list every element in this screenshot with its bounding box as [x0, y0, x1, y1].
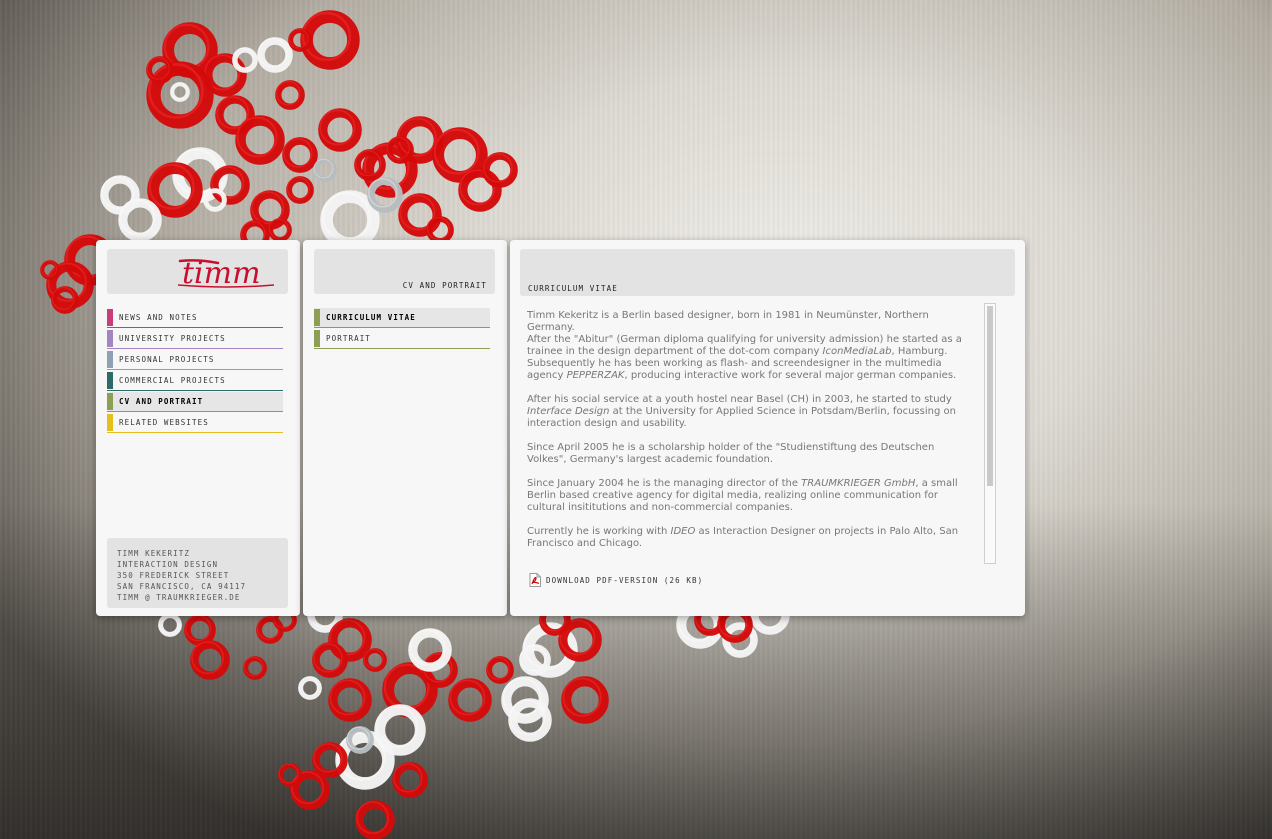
subnav-item-portrait[interactable]: portrait — [314, 329, 490, 349]
main-nav-panel: timm news and notes university projects pe… — [96, 240, 300, 616]
download-pdf-link[interactable]: download pdf-version (26 kb) — [529, 573, 703, 587]
nav-item-label: commercial projects — [119, 376, 226, 385]
nav-item-label: cv and portrait — [119, 397, 204, 406]
nav-color-bar — [107, 351, 113, 368]
address-city: san francisco, ca 94117 — [117, 582, 247, 591]
nav-item-label: personal projects — [119, 355, 215, 364]
cv-paragraph: Since April 2005 he is a scholarship hol… — [527, 442, 935, 465]
nav-item-label: news and notes — [119, 313, 198, 322]
content-scrollbar[interactable] — [984, 303, 996, 564]
nav-item-news-and-notes[interactable]: news and notes — [107, 308, 283, 328]
pdf-icon — [529, 573, 541, 587]
address-email[interactable]: timm @ traumkrieger.de — [117, 593, 241, 602]
timm-logo[interactable]: timm — [178, 253, 276, 291]
section-header: cv and portrait — [314, 249, 495, 294]
nav-color-bar — [107, 309, 113, 326]
nav-color-bar — [314, 309, 320, 326]
nav-item-label: related websites — [119, 418, 209, 427]
content-panel: curriculum vitae Timm Kekeritz is a Berl… — [510, 240, 1025, 616]
nav-item-university-projects[interactable]: university projects — [107, 329, 283, 349]
download-label: download pdf-version (26 kb) — [546, 575, 704, 585]
section-panel: cv and portrait curriculum vitae portrait — [303, 240, 507, 616]
scrollbar-thumb[interactable] — [987, 306, 993, 486]
address-field: interaction design — [117, 560, 219, 569]
section-title: cv and portrait — [402, 281, 487, 290]
logo-header: timm — [107, 249, 288, 294]
section-nav: curriculum vitae portrait — [314, 308, 490, 350]
address-block: timm kekeritz interaction design 350 fre… — [107, 538, 288, 608]
subnav-item-curriculum-vitae[interactable]: curriculum vitae — [314, 308, 490, 328]
nav-item-cv-and-portrait[interactable]: cv and portrait — [107, 392, 283, 412]
cv-text: Timm Kekeritz is a Berlin based designer… — [527, 310, 967, 562]
nav-color-bar — [314, 330, 320, 347]
cv-paragraph: After his social service at a youth host… — [527, 394, 956, 429]
nav-item-personal-projects[interactable]: personal projects — [107, 350, 283, 370]
nav-color-bar — [107, 414, 113, 431]
address-name: timm kekeritz — [117, 549, 190, 558]
nav-color-bar — [107, 330, 113, 347]
cv-paragraph: Since January 2004 he is the managing di… — [527, 478, 958, 513]
nav-color-bar — [107, 372, 113, 389]
content-title: curriculum vitae — [528, 284, 618, 293]
nav-item-label: curriculum vitae — [326, 313, 416, 322]
nav-item-label: university projects — [119, 334, 226, 343]
nav-item-commercial-projects[interactable]: commercial projects — [107, 371, 283, 391]
main-nav: news and notes university projects persona… — [107, 308, 283, 434]
cv-paragraph: Currently he is working with IDEO as Int… — [527, 526, 959, 549]
address-street: 350 frederick street — [117, 571, 230, 580]
nav-item-related-websites[interactable]: related websites — [107, 413, 283, 433]
nav-color-bar — [107, 393, 113, 410]
content-header: curriculum vitae — [520, 249, 1015, 296]
cv-paragraph: Timm Kekeritz is a Berlin based designer… — [527, 310, 962, 381]
nav-item-label: portrait — [326, 334, 371, 343]
